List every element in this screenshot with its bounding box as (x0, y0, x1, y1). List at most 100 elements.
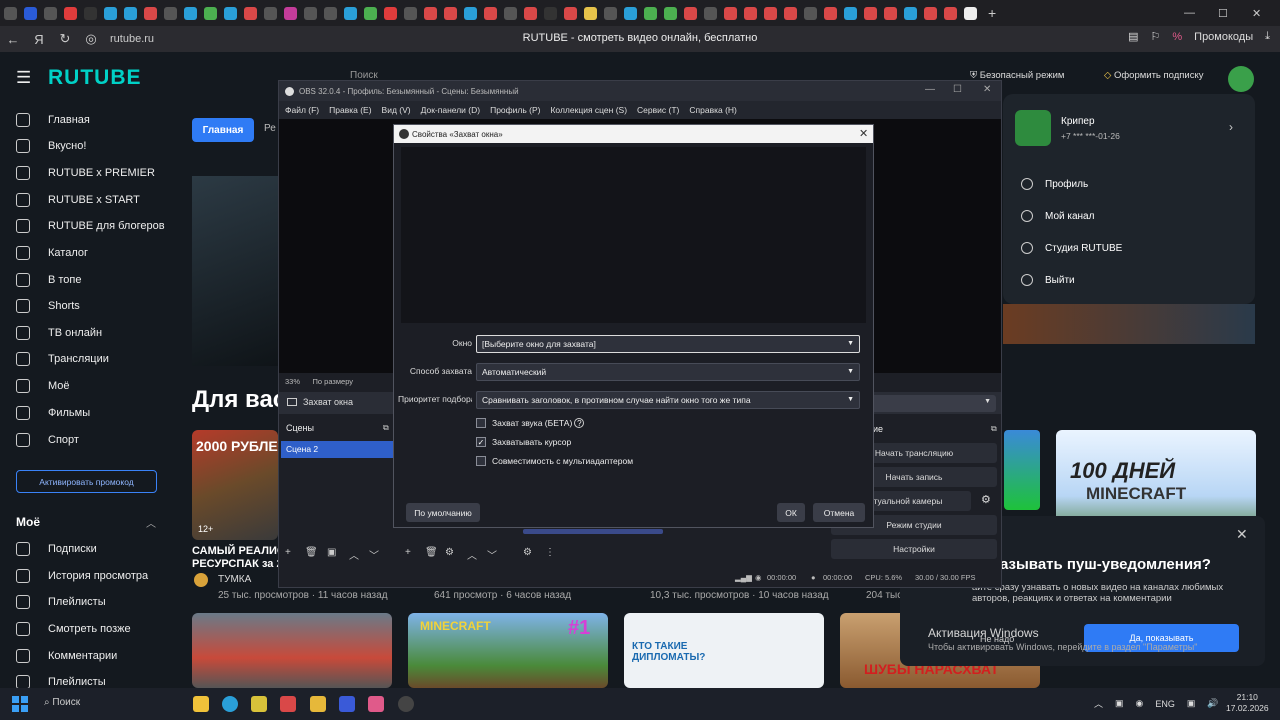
video-thumbnail[interactable]: КТО ТАКИЕ ДИПЛОМАТЫ? (624, 613, 824, 688)
window-priority-select[interactable]: Сравнивать заголовок, в противном случае… (476, 391, 860, 409)
yandex-browser-icon[interactable] (310, 696, 326, 712)
menu-item-logout[interactable]: Выйти (1021, 270, 1075, 290)
rutube-logo[interactable]: RUTUBE (48, 66, 142, 90)
sidebar-item-history[interactable]: История просмотра (16, 565, 148, 587)
capture-cursor-checkbox[interactable]: ✓ Захватывать курсор (476, 436, 571, 448)
activate-promo-button[interactable]: Активировать промокод (16, 470, 157, 493)
tab-favicon-icon[interactable] (63, 6, 77, 20)
edge-icon[interactable] (222, 696, 238, 712)
video-title[interactable]: САМЫЙ РЕАЛИС (192, 545, 285, 557)
sidebar-item-shorts[interactable]: Shorts (16, 295, 80, 317)
subscribe-button[interactable]: ◇ Оформить подписку (1104, 70, 1203, 81)
tab-recommended[interactable]: Ре (264, 123, 276, 134)
sidebar-item-top[interactable]: В топе (16, 269, 82, 291)
tab-favicon-icon[interactable] (483, 6, 497, 20)
tab-favicon-icon[interactable] (523, 6, 537, 20)
mixer-settings-icon[interactable]: ⚙ (523, 547, 532, 558)
menu-help[interactable]: Справка (H) (689, 105, 737, 115)
app-icon[interactable] (280, 696, 296, 712)
menu-item-studio[interactable]: Студия RUTUBE (1021, 238, 1122, 258)
settings-button[interactable]: Настройки (831, 539, 997, 559)
menu-profile[interactable]: Профиль (P) (490, 105, 540, 115)
move-up-icon[interactable]: ︿ (467, 547, 477, 562)
network-icon[interactable]: ▣ (1187, 698, 1196, 709)
minimize-icon[interactable]: — (1184, 7, 1195, 19)
app-tray-icon[interactable]: ◉ (1136, 698, 1144, 709)
chevron-up-icon[interactable]: ︿ (146, 515, 156, 530)
menu-tools[interactable]: Сервис (T) (637, 105, 679, 115)
tab-favicon-icon[interactable] (663, 6, 677, 20)
tab-favicon-icon[interactable] (683, 6, 697, 20)
sidebar-item-playlists[interactable]: Плейлисты (16, 591, 106, 613)
tab-favicon-icon[interactable] (183, 6, 197, 20)
app-icon[interactable] (251, 696, 267, 712)
menu-scene-collection[interactable]: Коллекция сцен (S) (550, 105, 627, 115)
sidebar-item-films[interactable]: Фильмы (16, 402, 90, 424)
tab-favicon-icon[interactable] (243, 6, 257, 20)
tab-favicon-icon[interactable] (403, 6, 417, 20)
promo-banner[interactable] (1003, 304, 1255, 344)
tab-favicon-icon[interactable] (643, 6, 657, 20)
sidebar-item-home[interactable]: Главная (16, 109, 90, 131)
video-thumbnail[interactable]: 2000 РУБЛЕ 12+ (192, 430, 278, 540)
tab-favicon-icon[interactable] (863, 6, 877, 20)
hero-banner[interactable] (192, 176, 278, 366)
tab-favicon-icon[interactable] (623, 6, 637, 20)
language-indicator[interactable]: ENG (1155, 699, 1175, 709)
defaults-button[interactable]: По умолчанию (406, 503, 480, 522)
sidebar-item-mine[interactable]: Моё (16, 375, 70, 397)
tab-favicon-icon[interactable] (883, 6, 897, 20)
tab-favicon-icon[interactable] (783, 6, 797, 20)
trash-icon[interactable]: 🗑 (425, 547, 438, 558)
tab-favicon-icon[interactable] (563, 6, 577, 20)
tab-favicon-icon[interactable] (103, 6, 117, 20)
ok-button[interactable]: ОК (777, 503, 805, 522)
tab-main[interactable]: Главная (192, 118, 254, 142)
windows-start-icon[interactable] (12, 696, 28, 712)
sidebar-item-bloggers[interactable]: RUTUBE для блогеров (16, 215, 165, 237)
reader-icon[interactable]: ▤ (1128, 30, 1138, 43)
sidebar-item-premier[interactable]: RUTUBE x PREMIER (16, 162, 155, 184)
tab-favicon-icon[interactable] (163, 6, 177, 20)
tab-favicon-icon[interactable] (143, 6, 157, 20)
tab-favicon-icon[interactable] (23, 6, 37, 20)
move-down-icon[interactable]: ﹀ (487, 547, 497, 562)
tab-favicon-icon[interactable] (583, 6, 597, 20)
taskbar-search[interactable]: ⌕ Поиск (44, 697, 80, 708)
tab-favicon-icon[interactable] (503, 6, 517, 20)
menu-item-my-channel[interactable]: Мой канал (1021, 206, 1094, 226)
move-down-icon[interactable]: ﹀ (369, 547, 379, 562)
tab-favicon-icon[interactable] (443, 6, 457, 20)
bookmark-icon[interactable]: ⚐ (1151, 30, 1161, 43)
video-title-line2[interactable]: РЕСУРСПАК за 20 (192, 558, 289, 570)
volume-icon[interactable]: 🔊 (1207, 698, 1218, 709)
filter-icon[interactable]: ▣ (327, 547, 336, 558)
help-icon[interactable]: ? (574, 418, 585, 428)
sidebar-item-tv[interactable]: ТВ онлайн (16, 322, 102, 344)
obs-taskbar-icon[interactable] (398, 696, 414, 712)
avatar[interactable] (1228, 66, 1254, 92)
gear-icon[interactable]: ⚙ (445, 547, 454, 558)
clock[interactable]: 21:10 17.02.2026 (1226, 692, 1269, 714)
sidebar-item-start[interactable]: RUTUBE x START (16, 189, 140, 211)
maximize-icon[interactable]: ☐ (953, 84, 962, 95)
menu-docks[interactable]: Док-панели (D) (421, 105, 480, 115)
sidebar-item-comments[interactable]: Комментарии (16, 645, 117, 667)
promo-icon[interactable]: % (1172, 31, 1182, 43)
tab-favicon-icon[interactable] (303, 6, 317, 20)
dock-icon[interactable]: ⧉ (991, 424, 997, 434)
multi-adapter-checkbox[interactable]: Совместимость с мультиадаптером (476, 455, 633, 467)
add-scene-icon[interactable]: + (285, 547, 291, 558)
minimize-icon[interactable]: — (925, 84, 935, 95)
menu-item-profile[interactable]: Профиль (1021, 174, 1088, 194)
tab-favicon-icon[interactable] (723, 6, 737, 20)
tab-favicon-icon[interactable] (123, 6, 137, 20)
app-icon[interactable] (368, 696, 384, 712)
tab-favicon-icon[interactable] (923, 6, 937, 20)
profile-name[interactable]: Крипер (1061, 116, 1095, 127)
tab-favicon-icon[interactable] (743, 6, 757, 20)
sidebar-item-tasty[interactable]: Вкусно! (16, 135, 86, 157)
avatar[interactable] (194, 573, 208, 587)
tab-favicon-icon[interactable] (823, 6, 837, 20)
capture-audio-checkbox[interactable]: Захват звука (БЕТА) ? (476, 417, 585, 429)
